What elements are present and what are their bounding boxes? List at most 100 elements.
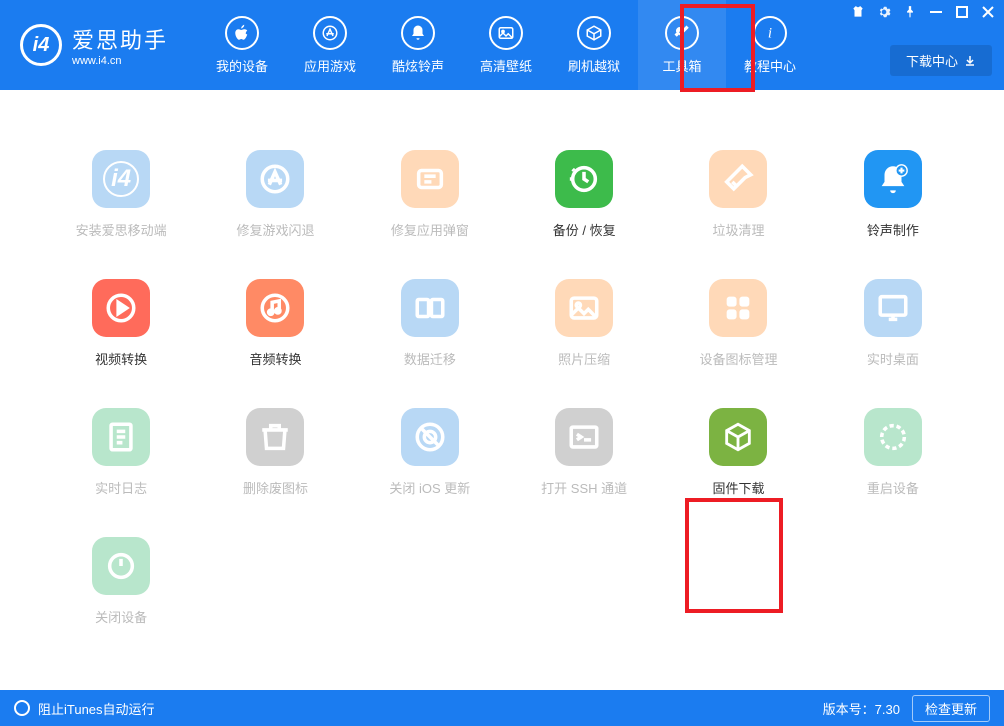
- header: i4 爱思助手 www.i4.cn 我的设备应用游戏酷炫铃声 高清壁纸 刷机越狱 工具…: [0, 0, 1004, 90]
- image-icon: [489, 16, 523, 50]
- tool-label: 音频转换: [249, 349, 301, 368]
- i4-icon: i4: [92, 150, 150, 208]
- apple-icon: [225, 16, 259, 50]
- tool-label: 修复游戏闪退: [236, 220, 314, 239]
- logo-section: i4 爱思助手 www.i4.cn: [0, 23, 168, 67]
- minimize-icon[interactable]: [928, 4, 944, 20]
- transfer-icon: [401, 279, 459, 337]
- grid-icon: [709, 279, 767, 337]
- main-content: i4 安装爱思移动端 修复游戏闪退 修复应用弹窗 备份 / 恢复 垃圾清理 铃声制作视频转换…: [0, 90, 1004, 680]
- terminal-icon: [555, 408, 613, 466]
- nav-tab-box[interactable]: 刷机越狱: [550, 0, 638, 90]
- tool-play[interactable]: 视频转换: [60, 279, 182, 368]
- tool-label: 设备图标管理: [699, 349, 777, 368]
- app-url: www.i4.cn: [72, 55, 168, 67]
- tool-bell-plus[interactable]: 铃声制作: [832, 150, 954, 239]
- titlebar-controls: [850, 4, 996, 20]
- tools-icon: [665, 16, 699, 50]
- tool-power: 关闭设备: [60, 537, 182, 626]
- tool-label: 固件下载: [712, 478, 764, 497]
- log-icon: [92, 408, 150, 466]
- photo-icon: [555, 279, 613, 337]
- download-icon: [964, 55, 976, 67]
- nav-tab-apple[interactable]: 我的设备: [198, 0, 286, 90]
- tool-label: 修复应用弹窗: [391, 220, 469, 239]
- tool-trash: 删除废图标: [214, 408, 336, 497]
- tool-terminal: 打开 SSH 通道: [523, 408, 645, 497]
- nav-label: 刷机越狱: [568, 56, 620, 75]
- tool-transfer: 数据迁移: [369, 279, 491, 368]
- close-icon[interactable]: [980, 4, 996, 20]
- gear-icon[interactable]: [876, 4, 892, 20]
- power-icon: [92, 537, 150, 595]
- footer-right: 版本号：7.30 检查更新: [823, 695, 990, 722]
- pin-icon[interactable]: [902, 4, 918, 20]
- tool-photo: 照片压缩: [523, 279, 645, 368]
- appstore-icon: [246, 150, 304, 208]
- download-center-button[interactable]: 下载中心: [890, 45, 992, 76]
- nav-label: 工具箱: [663, 56, 702, 75]
- nav-tab-appstore[interactable]: 应用游戏: [286, 0, 374, 90]
- tool-appleid: 修复应用弹窗: [369, 150, 491, 239]
- tool-restore[interactable]: 备份 / 恢复: [523, 150, 645, 239]
- tool-grid: 设备图标管理: [677, 279, 799, 368]
- logo-icon: i4: [20, 24, 62, 66]
- clean-icon: [709, 150, 767, 208]
- tool-label: 实时桌面: [867, 349, 919, 368]
- tool-label: 备份 / 恢复: [553, 220, 616, 239]
- trash-icon: [246, 408, 304, 466]
- skin-icon[interactable]: [850, 4, 866, 20]
- tool-desktop: 实时桌面: [832, 279, 954, 368]
- tool-log: 实时日志: [60, 408, 182, 497]
- nav-tabs: 我的设备应用游戏酷炫铃声 高清壁纸 刷机越狱 工具箱 i 教程中心: [198, 0, 814, 90]
- tool-label: 安装爱思移动端: [76, 220, 167, 239]
- tool-label: 删除废图标: [243, 478, 308, 497]
- tool-label: 视频转换: [95, 349, 147, 368]
- nav-tab-info[interactable]: i 教程中心: [726, 0, 814, 90]
- tool-cube[interactable]: 固件下载: [677, 408, 799, 497]
- nav-tab-bell[interactable]: 酷炫铃声: [374, 0, 462, 90]
- download-center-label: 下载中心: [906, 51, 958, 70]
- app-title: 爱思助手: [72, 23, 168, 55]
- appleid-icon: [401, 150, 459, 208]
- tool-label: 垃圾清理: [712, 220, 764, 239]
- nav-label: 高清壁纸: [480, 56, 532, 75]
- nav-label: 我的设备: [216, 56, 268, 75]
- tool-label: 数据迁移: [404, 349, 456, 368]
- footer: 阻止iTunes自动运行 版本号：7.30 检查更新: [0, 690, 1004, 726]
- bell-icon: [401, 16, 435, 50]
- box-icon: [577, 16, 611, 50]
- tool-label: 实时日志: [95, 478, 147, 497]
- nav-tab-image[interactable]: 高清壁纸: [462, 0, 550, 90]
- play-icon: [92, 279, 150, 337]
- tool-label: 打开 SSH 通道: [541, 478, 627, 497]
- tool-label: 照片压缩: [558, 349, 610, 368]
- restore-icon: [555, 150, 613, 208]
- cube-icon: [709, 408, 767, 466]
- logo-text: 爱思助手 www.i4.cn: [72, 23, 168, 67]
- check-update-button[interactable]: 检查更新: [912, 695, 990, 722]
- appstore-icon: [313, 16, 347, 50]
- tool-noupdate: 关闭 iOS 更新: [369, 408, 491, 497]
- info-icon: i: [753, 16, 787, 50]
- music-icon: [246, 279, 304, 337]
- tool-music[interactable]: 音频转换: [214, 279, 336, 368]
- restart-icon: [864, 408, 922, 466]
- tool-restart: 重启设备: [832, 408, 954, 497]
- maximize-icon[interactable]: [954, 4, 970, 20]
- tool-appstore: 修复游戏闪退: [214, 150, 336, 239]
- bell-plus-icon: [864, 150, 922, 208]
- nav-label: 教程中心: [744, 56, 796, 75]
- nav-label: 酷炫铃声: [392, 56, 444, 75]
- tool-label: 重启设备: [867, 478, 919, 497]
- nav-tab-tools[interactable]: 工具箱: [638, 0, 726, 90]
- tool-clean: 垃圾清理: [677, 150, 799, 239]
- itunes-block-label[interactable]: 阻止iTunes自动运行: [38, 699, 155, 718]
- tool-label: 关闭 iOS 更新: [389, 478, 470, 497]
- version-label: 版本号：7.30: [823, 699, 900, 718]
- footer-left: 阻止iTunes自动运行: [14, 699, 155, 718]
- status-circle-icon: [14, 700, 30, 716]
- tools-grid: i4 安装爱思移动端 修复游戏闪退 修复应用弹窗 备份 / 恢复 垃圾清理 铃声制作视频转换…: [60, 150, 954, 626]
- tool-label: 铃声制作: [867, 220, 919, 239]
- desktop-icon: [864, 279, 922, 337]
